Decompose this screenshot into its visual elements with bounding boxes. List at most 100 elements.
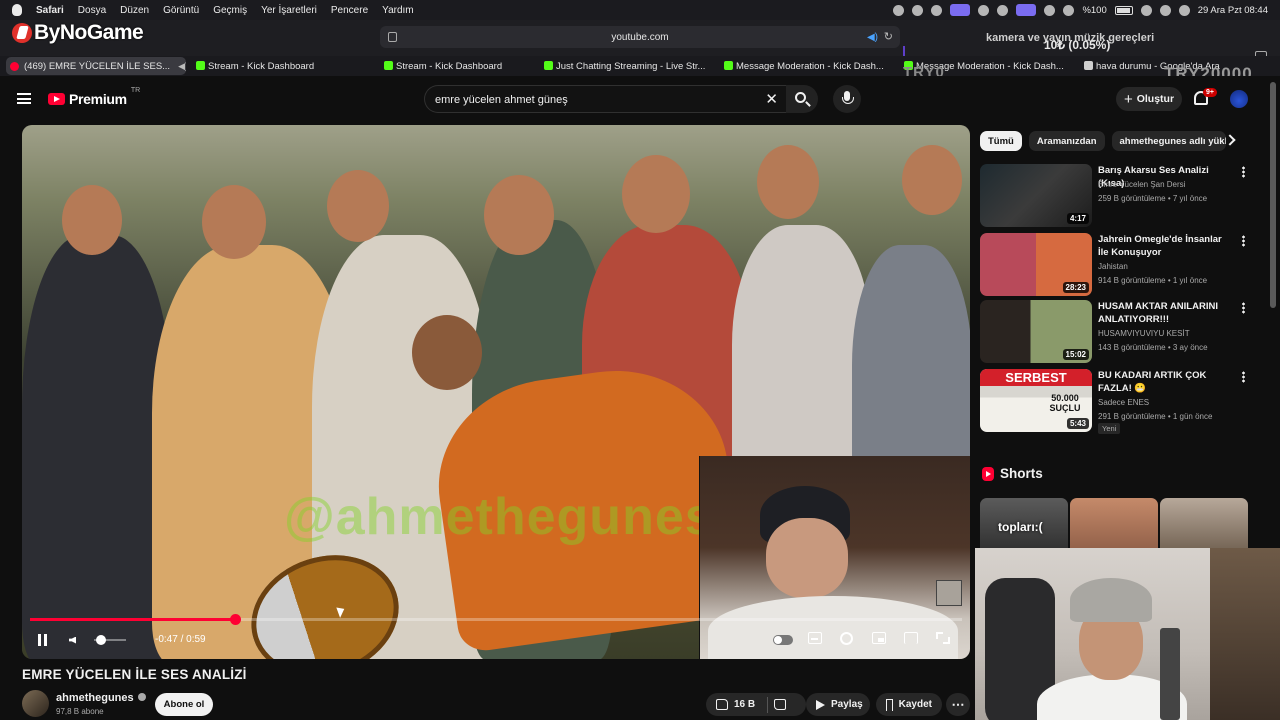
- dislike-icon[interactable]: [774, 699, 787, 710]
- channel-avatar[interactable]: [22, 690, 49, 717]
- rec-channel[interactable]: Sadece ENES: [1098, 398, 1149, 407]
- account-avatar[interactable]: [1230, 90, 1248, 108]
- verified-icon: [137, 693, 146, 701]
- video-thumbnail[interactable]: SERBEST 50.000 SUÇLU 5:43: [980, 369, 1092, 432]
- volume-slider[interactable]: [94, 635, 126, 645]
- autoplay-toggle-icon[interactable]: [773, 635, 793, 645]
- search-input[interactable]: [435, 91, 755, 109]
- menu-file[interactable]: Dosya: [78, 5, 106, 16]
- more-options-icon[interactable]: [1242, 235, 1245, 247]
- rec-title[interactable]: BU KADARI ARTIK ÇOK FAZLA! 😬: [1098, 369, 1228, 395]
- clock[interactable]: 29 Ara Pzt 08:44: [1198, 5, 1268, 16]
- create-label: Oluştur: [1136, 93, 1175, 105]
- thumb-caption: 50.000 SUÇLU: [1049, 393, 1081, 413]
- video-player[interactable]: @ahmethegunes -0:47 / 0:59: [22, 125, 970, 659]
- status-icon[interactable]: [893, 4, 905, 16]
- menu-window[interactable]: Pencere: [331, 5, 368, 16]
- channel-name[interactable]: ahmethegunes: [56, 692, 146, 704]
- save-button[interactable]: Kaydet: [876, 693, 942, 716]
- like-icon[interactable]: [716, 699, 728, 710]
- reload-icon[interactable]: ↻: [884, 30, 893, 43]
- create-button[interactable]: + Oluştur: [1116, 87, 1182, 111]
- recommendation-item[interactable]: 15:02 HUSAM AKTAR ANILARINI ANLATIYORR!!…: [980, 300, 1240, 364]
- chip-from-search[interactable]: Aramanızdan: [1028, 131, 1105, 151]
- tab-message-moderation[interactable]: Message Moderation - Kick Dash...: [714, 56, 894, 76]
- more-options-icon[interactable]: [1242, 166, 1245, 178]
- user-icon[interactable]: [1178, 4, 1190, 16]
- microphone-object: [1160, 628, 1180, 720]
- menu-view[interactable]: Görüntü: [163, 5, 199, 16]
- scrubber-handle[interactable]: [230, 614, 242, 625]
- page-scrollbar[interactable]: [1270, 82, 1276, 308]
- menu-bookmarks[interactable]: Yer İşaretleri: [261, 5, 317, 16]
- share-button[interactable]: Paylaş: [806, 693, 870, 716]
- chevron-right-icon[interactable]: [1224, 134, 1236, 146]
- recommendation-item[interactable]: 28:23 Jahrein Omegle'de İnsanlar İle Kon…: [980, 233, 1240, 297]
- tab-youtube[interactable]: (469) EMRE YÜCELEN İLE SES... ◀): [6, 57, 186, 75]
- video-thumbnail[interactable]: 28:23: [980, 233, 1092, 296]
- subscribe-button[interactable]: Abone ol: [155, 693, 213, 716]
- voice-search-icon[interactable]: [833, 85, 861, 113]
- stage-manager-icon[interactable]: [1016, 4, 1037, 16]
- rec-channel[interactable]: HUSAMVIYUVIYU KESİT: [1098, 329, 1190, 338]
- rec-title[interactable]: Jahrein Omegle'de İnsanlar İle Konuşuyor: [1098, 233, 1228, 259]
- pause-icon[interactable]: [38, 630, 50, 650]
- search-icon[interactable]: [1140, 4, 1152, 16]
- control-center-icon[interactable]: [1159, 4, 1171, 16]
- progress-bar[interactable]: [30, 614, 962, 625]
- status-icon[interactable]: [1044, 4, 1056, 16]
- recommendation-item[interactable]: 4:17 Barış Akarsu Ses Analizi (Kısa) Emr…: [980, 164, 1240, 228]
- rec-meta: 291 B görüntüleme • 1 gün önce: [1098, 412, 1213, 421]
- theater-mode-icon[interactable]: [904, 632, 918, 644]
- like-count[interactable]: 16 B: [734, 699, 755, 710]
- status-icon[interactable]: [912, 4, 924, 16]
- rec-title[interactable]: HUSAM AKTAR ANILARINI ANLATIYORR!!!: [1098, 300, 1228, 326]
- wifi-icon[interactable]: [1063, 4, 1075, 16]
- like-dislike-group: 16 B: [706, 693, 806, 716]
- speaker-icon[interactable]: ◀): [178, 61, 186, 72]
- menu-edit[interactable]: Düzen: [120, 5, 149, 16]
- video-thumbnail[interactable]: 4:17: [980, 164, 1092, 227]
- menu-history[interactable]: Geçmiş: [213, 5, 247, 16]
- rec-channel[interactable]: Emre Yücelen Şan Dersi: [1098, 180, 1185, 189]
- search-button[interactable]: [786, 85, 818, 113]
- volume-handle[interactable]: [96, 635, 106, 645]
- country-code: TR: [130, 87, 141, 94]
- short-caption: topları:(: [998, 520, 1043, 534]
- share-icon: [816, 699, 825, 710]
- audio-playing-icon[interactable]: ◀): [867, 32, 878, 43]
- tab-just-chatting[interactable]: Just Chatting Streaming - Live Str...: [534, 56, 714, 76]
- apple-icon[interactable]: [12, 4, 22, 16]
- fullscreen-icon[interactable]: [936, 632, 950, 644]
- url-text[interactable]: youtube.com: [611, 32, 668, 43]
- tab-kick-dashboard[interactable]: Stream - Kick Dashboard: [186, 56, 374, 76]
- channel-name-text[interactable]: ahmethegunes: [56, 692, 134, 704]
- settings-gear-icon[interactable]: [840, 632, 853, 645]
- tab-label: Stream - Kick Dashboard: [396, 60, 503, 72]
- recommendation-item[interactable]: SERBEST 50.000 SUÇLU 5:43 BU KADARI ARTI…: [980, 369, 1240, 434]
- screen-record-icon[interactable]: [950, 4, 971, 16]
- address-bar[interactable]: youtube.com ◀) ↻: [380, 26, 900, 48]
- shorts-logo-icon: [982, 466, 994, 481]
- status-icon[interactable]: [931, 4, 943, 16]
- search-box[interactable]: ✕: [424, 85, 786, 113]
- more-options-icon[interactable]: [1242, 302, 1245, 314]
- menu-app[interactable]: Safari: [36, 5, 64, 16]
- status-icon[interactable]: [978, 4, 990, 16]
- subtitles-icon[interactable]: [808, 632, 822, 644]
- youtube-logo[interactable]: Premium TR: [48, 87, 140, 107]
- status-icon[interactable]: [997, 4, 1009, 16]
- more-actions-icon[interactable]: ⋯: [946, 693, 970, 716]
- volume-icon[interactable]: [69, 630, 83, 650]
- tab-kick-dashboard-2[interactable]: Stream - Kick Dashboard: [374, 56, 534, 76]
- menu-icon[interactable]: [17, 93, 31, 104]
- battery-icon[interactable]: [1114, 5, 1133, 15]
- chip-channel-uploads[interactable]: ahmethegunes adlı yükle: [1111, 131, 1226, 151]
- chip-all[interactable]: Tümü: [980, 131, 1022, 151]
- miniplayer-icon[interactable]: [872, 632, 886, 644]
- clear-search-icon[interactable]: ✕: [765, 90, 778, 108]
- rec-channel[interactable]: Jahistan: [1098, 262, 1128, 271]
- video-thumbnail[interactable]: 15:02: [980, 300, 1092, 363]
- more-options-icon[interactable]: [1242, 371, 1245, 383]
- menu-help[interactable]: Yardım: [382, 5, 414, 16]
